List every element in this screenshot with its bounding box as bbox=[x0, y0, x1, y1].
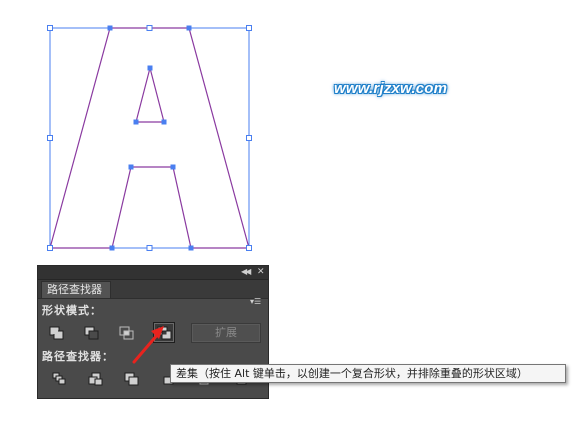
anchor-point bbox=[161, 119, 167, 125]
divide-icon bbox=[52, 372, 66, 385]
anchor-points[interactable] bbox=[107, 25, 194, 251]
pathfinders-label: 路径查找器： bbox=[42, 350, 114, 363]
panel-menu-icon[interactable]: ▾☰ bbox=[250, 297, 261, 307]
collapse-panel-icon[interactable]: ◀◀ bbox=[241, 267, 251, 277]
merge-icon bbox=[124, 372, 139, 386]
divide-button[interactable] bbox=[50, 370, 70, 388]
handle-top-right bbox=[246, 25, 252, 31]
handle-bottom-right bbox=[246, 245, 252, 251]
minus-front-icon bbox=[84, 326, 99, 340]
letter-a-inner-path[interactable] bbox=[135, 65, 165, 123]
handle-top-left bbox=[47, 25, 53, 31]
anchor-point bbox=[133, 119, 139, 125]
bounding-box-handles[interactable] bbox=[47, 25, 252, 251]
merge-button[interactable] bbox=[122, 370, 142, 388]
annotation-arrow bbox=[132, 326, 164, 364]
unite-icon bbox=[49, 326, 64, 340]
minus-front-button[interactable] bbox=[82, 324, 102, 342]
handle-middle-right bbox=[246, 135, 252, 141]
panel-tab-row: 路径查找器 ▾☰ bbox=[38, 280, 268, 306]
letter-a-outer-path[interactable] bbox=[49, 27, 250, 249]
anchor-point bbox=[170, 164, 176, 170]
anchor-point bbox=[188, 245, 194, 251]
handle-middle-left bbox=[47, 135, 53, 141]
handle-bottom-center bbox=[146, 245, 153, 251]
unite-button[interactable] bbox=[47, 324, 67, 342]
panel-title-bar[interactable]: ◀◀ ✕ bbox=[38, 266, 268, 280]
anchor-point bbox=[107, 25, 113, 31]
watermark: www.rjzxw.com bbox=[334, 80, 448, 97]
anchor-point bbox=[128, 164, 134, 170]
anchor-point bbox=[186, 25, 192, 31]
trim-icon bbox=[88, 372, 103, 386]
shape-modes-label: 形状模式： bbox=[42, 304, 102, 317]
exclude-tooltip: 差集（按住 Alt 键单击，以创建一个复合形状，并排除重叠的形状区域） bbox=[170, 364, 566, 383]
anchor-point bbox=[109, 245, 115, 251]
expand-button[interactable]: 扩展 bbox=[191, 323, 261, 343]
tab-pathfinder[interactable]: 路径查找器 bbox=[41, 281, 111, 298]
anchor-point bbox=[147, 65, 153, 71]
handle-bottom-left bbox=[47, 245, 53, 251]
close-icon[interactable]: ✕ bbox=[257, 266, 265, 278]
trim-button[interactable] bbox=[86, 370, 106, 388]
handle-top-center bbox=[146, 25, 153, 31]
